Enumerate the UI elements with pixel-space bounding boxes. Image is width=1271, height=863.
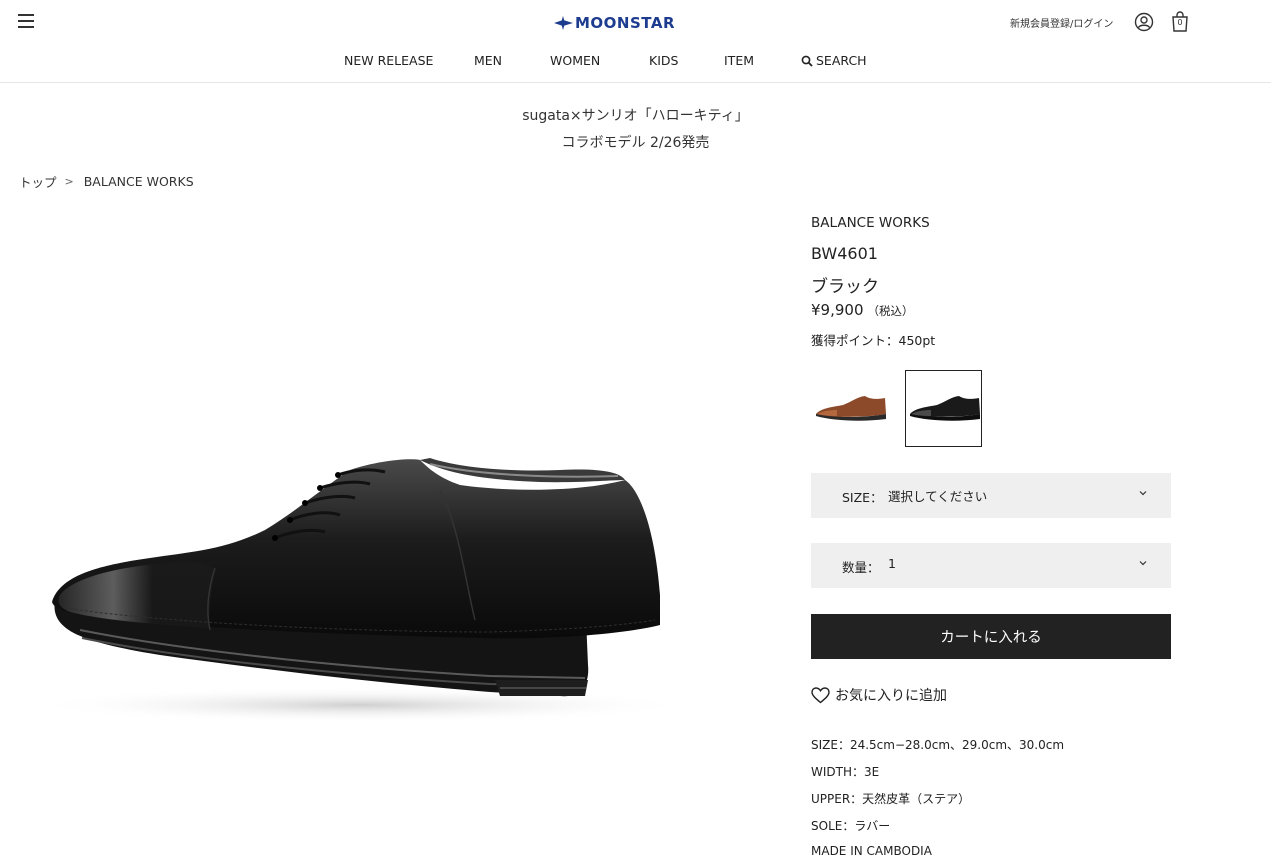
nav-men[interactable]: MEN <box>474 53 502 68</box>
color-swatch-brown[interactable] <box>811 370 888 447</box>
menu-icon[interactable] <box>18 14 34 30</box>
size-value: 選択してください <box>888 489 988 504</box>
quantity-label: 数量： <box>842 560 880 575</box>
moonstar-logo-icon <box>551 14 573 32</box>
product-specs: SIZE：24.5cm−28.0cm、29.0cm、30.0cm WIDTH：3… <box>811 736 1064 863</box>
nav-new-release[interactable]: NEW RELEASE <box>344 53 433 68</box>
quantity-value: 1 <box>888 556 896 571</box>
price-tax-note: （税込） <box>867 304 914 318</box>
product-model: BW4601 <box>811 244 878 263</box>
product-color: ブラック <box>811 277 879 297</box>
nav-kids[interactable]: KIDS <box>649 53 678 68</box>
cart-icon[interactable]: 0 <box>1170 11 1190 33</box>
breadcrumb: トップ > BALANCE WORKS <box>19 172 194 191</box>
promo-line-2: コラボモデル 2/26発売 <box>561 135 710 151</box>
black-shoe-thumbnail <box>909 395 980 421</box>
user-icon[interactable] <box>1134 12 1154 32</box>
spec-upper: UPPER：天然皮革（ステア） <box>811 792 971 806</box>
add-to-favorites[interactable]: お気に入りに追加 <box>811 685 947 705</box>
quantity-select[interactable]: 数量： 1 <box>811 543 1171 588</box>
price-value: ¥9,900 <box>811 301 864 319</box>
cart-count: 0 <box>1177 18 1183 27</box>
brown-shoe-thumbnail <box>815 395 886 421</box>
product-price: ¥9,900 （税込） <box>811 301 914 319</box>
nav-women[interactable]: WOMEN <box>550 53 600 68</box>
breadcrumb-current: BALANCE WORKS <box>83 174 194 189</box>
breadcrumb-separator: > <box>64 175 74 188</box>
heart-icon <box>811 686 830 703</box>
spec-origin: MADE IN CAMBODIA <box>811 844 932 858</box>
login-link[interactable]: 新規会員登録/ログイン <box>1010 15 1113 30</box>
nav-search-label: SEARCH <box>816 53 867 68</box>
reward-points: 獲得ポイント：450pt <box>811 333 936 348</box>
favorites-label: お気に入りに追加 <box>835 688 947 704</box>
site-header: MOONSTAR 新規会員登録/ログイン 0 NEW RELEASE MEN W… <box>0 0 1271 83</box>
breadcrumb-home[interactable]: トップ <box>19 172 57 191</box>
main-nav: NEW RELEASE MEN WOMEN KIDS ITEM SEARCH <box>0 53 1271 71</box>
nav-item[interactable]: ITEM <box>724 53 754 68</box>
spec-width: WIDTH：3E <box>811 765 880 779</box>
color-swatch-black[interactable] <box>905 370 982 447</box>
logo-text: MOONSTAR <box>575 14 676 32</box>
size-select[interactable]: SIZE： 選択してください <box>811 473 1171 518</box>
site-logo[interactable]: MOONSTAR <box>546 12 675 34</box>
nav-search[interactable]: SEARCH <box>801 53 867 68</box>
add-to-cart-button[interactable]: カートに入れる <box>811 614 1171 659</box>
product-brand[interactable]: BALANCE WORKS <box>811 215 930 231</box>
promo-line-1: sugata×サンリオ「ハローキティ」 <box>522 108 749 124</box>
promo-banner[interactable]: sugata×サンリオ「ハローキティ」 コラボモデル 2/26発売 <box>0 103 1271 157</box>
size-label: SIZE： <box>842 490 883 505</box>
spec-size: SIZE：24.5cm−28.0cm、29.0cm、30.0cm <box>811 738 1065 752</box>
product-image <box>30 458 690 723</box>
chevron-down-icon <box>1139 561 1147 566</box>
search-icon <box>801 55 813 67</box>
spec-sole: SOLE：ラバー <box>811 819 891 833</box>
chevron-down-icon <box>1139 491 1147 496</box>
